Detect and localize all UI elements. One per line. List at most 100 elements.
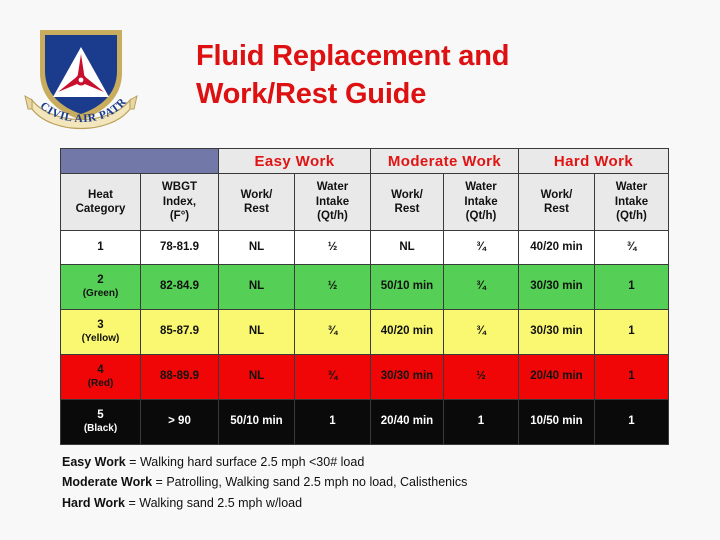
table-row: 3 (Yellow) 85-87.9 NL ¾ 40/20 min ¾ 30/3…: [60, 309, 670, 355]
table-row: 4 (Red) 88-89.9 NL ¾ 30/30 min ½ 20/40 m…: [60, 354, 670, 400]
page-title-line1: Fluid Replacement and: [196, 40, 510, 72]
cell-easy-work-rest: NL: [218, 309, 295, 355]
cell-heat-category: 5 (Black): [60, 399, 141, 445]
cell-moderate-water-intake: ¾: [443, 309, 519, 355]
cell-hard-water-intake: 1: [593, 309, 670, 355]
category-number: 5: [97, 409, 104, 422]
cell-wbgt-index: 88-89.9: [140, 354, 219, 400]
mod-wr-l1: Work/: [391, 188, 423, 201]
cell-moderate-water-intake: ¾: [443, 230, 519, 265]
fluid-replacement-work-rest-table: Easy Work Moderate Work Hard Work Heat C…: [60, 148, 670, 445]
easy-wr-l1: Work/: [240, 188, 273, 201]
cell-heat-category: 4 (Red): [60, 354, 141, 400]
group-header-hard-work: Hard Work: [517, 148, 670, 174]
cell-heat-category: 1: [60, 230, 141, 265]
column-header-easy-work-rest: Work/ Rest: [218, 173, 295, 231]
civil-air-patrol-logo: CIVIL AIR PATROL: [17, 5, 140, 132]
cell-moderate-work-rest: 30/30 min: [370, 354, 444, 400]
legend-term-easy-work: Easy Work: [62, 455, 126, 469]
cell-moderate-water-intake: 1: [443, 399, 519, 445]
cell-easy-work-rest: NL: [218, 354, 295, 400]
cell-easy-work-rest: NL: [218, 230, 295, 265]
cell-easy-water-intake: ¾: [294, 354, 371, 400]
hard-wi-l3: (Qt/h): [616, 210, 647, 223]
group-header-moderate-work: Moderate Work: [370, 148, 519, 174]
easy-wi-l2: Intake: [315, 195, 350, 208]
hard-wi-l1: Water: [615, 181, 648, 194]
hard-wi-l2: Intake: [614, 195, 649, 208]
cell-heat-category: 3 (Yellow): [60, 309, 141, 355]
cell-hard-work-rest: 10/50 min: [518, 399, 595, 445]
cell-moderate-work-rest: NL: [370, 230, 444, 265]
page-title-line2: Work/Rest Guide: [196, 77, 427, 110]
mod-wi-l3: (Qt/h): [465, 210, 497, 223]
cell-wbgt-index: 85-87.9: [140, 309, 219, 355]
cell-moderate-work-rest: 20/40 min: [370, 399, 444, 445]
easy-wi-l1: Water: [316, 181, 349, 194]
cell-wbgt-index: 78-81.9: [140, 230, 219, 265]
group-header-row: Easy Work Moderate Work Hard Work: [60, 148, 670, 174]
category-color-note: (Black): [83, 422, 118, 434]
legend-row-easy-work: Easy Work = Walking hard surface 2.5 mph…: [62, 452, 467, 472]
mod-wr-l2: Rest: [394, 203, 420, 215]
table-row: 5 (Black) > 90 50/10 min 1 20/40 min 1 1…: [60, 399, 670, 445]
cell-hard-water-intake: ¾: [593, 230, 670, 265]
cell-easy-water-intake: ½: [294, 230, 371, 265]
column-header-hard-work-rest: Work/ Rest: [518, 173, 595, 231]
category-number: 2: [97, 274, 104, 287]
legend-term-moderate-work: Moderate Work: [62, 475, 153, 490]
cell-easy-water-intake: 1: [294, 399, 371, 445]
cell-hard-water-intake: 1: [593, 399, 670, 445]
cell-easy-work-rest: 50/10 min: [218, 399, 295, 445]
cell-easy-water-intake: ¾: [294, 309, 371, 355]
group-header-blank: [60, 148, 219, 174]
cell-hard-work-rest: 30/30 min: [518, 309, 595, 355]
table-row: 1 78-81.9 NL ½ NL ¾ 40/20 min ¾: [60, 230, 670, 265]
hard-wr-l1: Work/: [540, 188, 573, 201]
cell-hard-water-intake: 1: [593, 354, 670, 400]
category-color-note: (Yellow): [81, 332, 120, 344]
wbgt-l1: WBGT: [161, 181, 198, 194]
legend-row-hard-work: Hard Work = Walking sand 2.5 mph w/load: [62, 493, 467, 513]
category-number: 3: [97, 319, 104, 332]
heat-category-l2: Category: [75, 203, 126, 215]
cell-wbgt-index: > 90: [140, 399, 219, 445]
cell-hard-work-rest: 40/20 min: [518, 230, 595, 265]
legend-desc-hard-work: = Walking sand 2.5 mph w/load: [124, 495, 303, 510]
column-header-moderate-water-intake: Water Intake (Qt/h): [443, 173, 519, 231]
mod-wi-l2: Intake: [464, 195, 498, 208]
legend-term-hard-work: Hard Work: [62, 495, 125, 510]
hard-wr-l2: Rest: [544, 203, 569, 215]
cell-moderate-work-rest: 40/20 min: [370, 309, 444, 355]
heat-category-l1: Heat: [88, 188, 113, 201]
column-header-moderate-work-rest: Work/ Rest: [370, 173, 444, 231]
column-header-hard-water-intake: Water Intake (Qt/h): [593, 173, 670, 231]
group-header-easy-work: Easy Work: [218, 148, 371, 174]
cell-easy-water-intake: ½: [294, 264, 371, 310]
column-header-wbgt-index: WBGT Index, (F°): [140, 173, 219, 231]
category-number: 4: [97, 364, 104, 377]
legend-desc-easy-work: = Walking hard surface 2.5 mph <30# load: [125, 455, 365, 469]
column-header-row: Heat Category WBGT Index, (F°) Work/ Res…: [60, 173, 670, 231]
cell-wbgt-index: 82-84.9: [140, 264, 219, 310]
easy-wi-l3: (Qt/h): [317, 210, 348, 223]
easy-wr-l2: Rest: [244, 203, 269, 215]
cell-moderate-water-intake: ½: [443, 354, 519, 400]
wbgt-l3: (F°): [169, 210, 190, 223]
cell-easy-work-rest: NL: [218, 264, 295, 310]
wbgt-l2: Index,: [162, 195, 197, 208]
page-title: Fluid Replacement and Work/Rest Guide: [196, 38, 616, 113]
cell-hard-work-rest: 30/30 min: [518, 264, 595, 310]
work-definitions-legend: Easy Work = Walking hard surface 2.5 mph…: [62, 452, 467, 513]
category-color-note: (Red): [87, 377, 114, 389]
category-color-note: (Green): [82, 287, 119, 299]
cell-moderate-work-rest: 50/10 min: [370, 264, 444, 310]
legend-row-moderate-work: Moderate Work = Patrolling, Walking sand…: [62, 472, 467, 492]
cell-hard-work-rest: 20/40 min: [518, 354, 595, 400]
cell-heat-category: 2 (Green): [60, 264, 141, 310]
cell-hard-water-intake: 1: [593, 264, 670, 310]
legend-desc-moderate-work: = Patrolling, Walking sand 2.5 mph no lo…: [152, 475, 468, 490]
table-row: 2 (Green) 82-84.9 NL ½ 50/10 min ¾ 30/30…: [60, 264, 670, 310]
mod-wi-l1: Water: [465, 181, 497, 194]
column-header-heat-category: Heat Category: [60, 173, 141, 231]
